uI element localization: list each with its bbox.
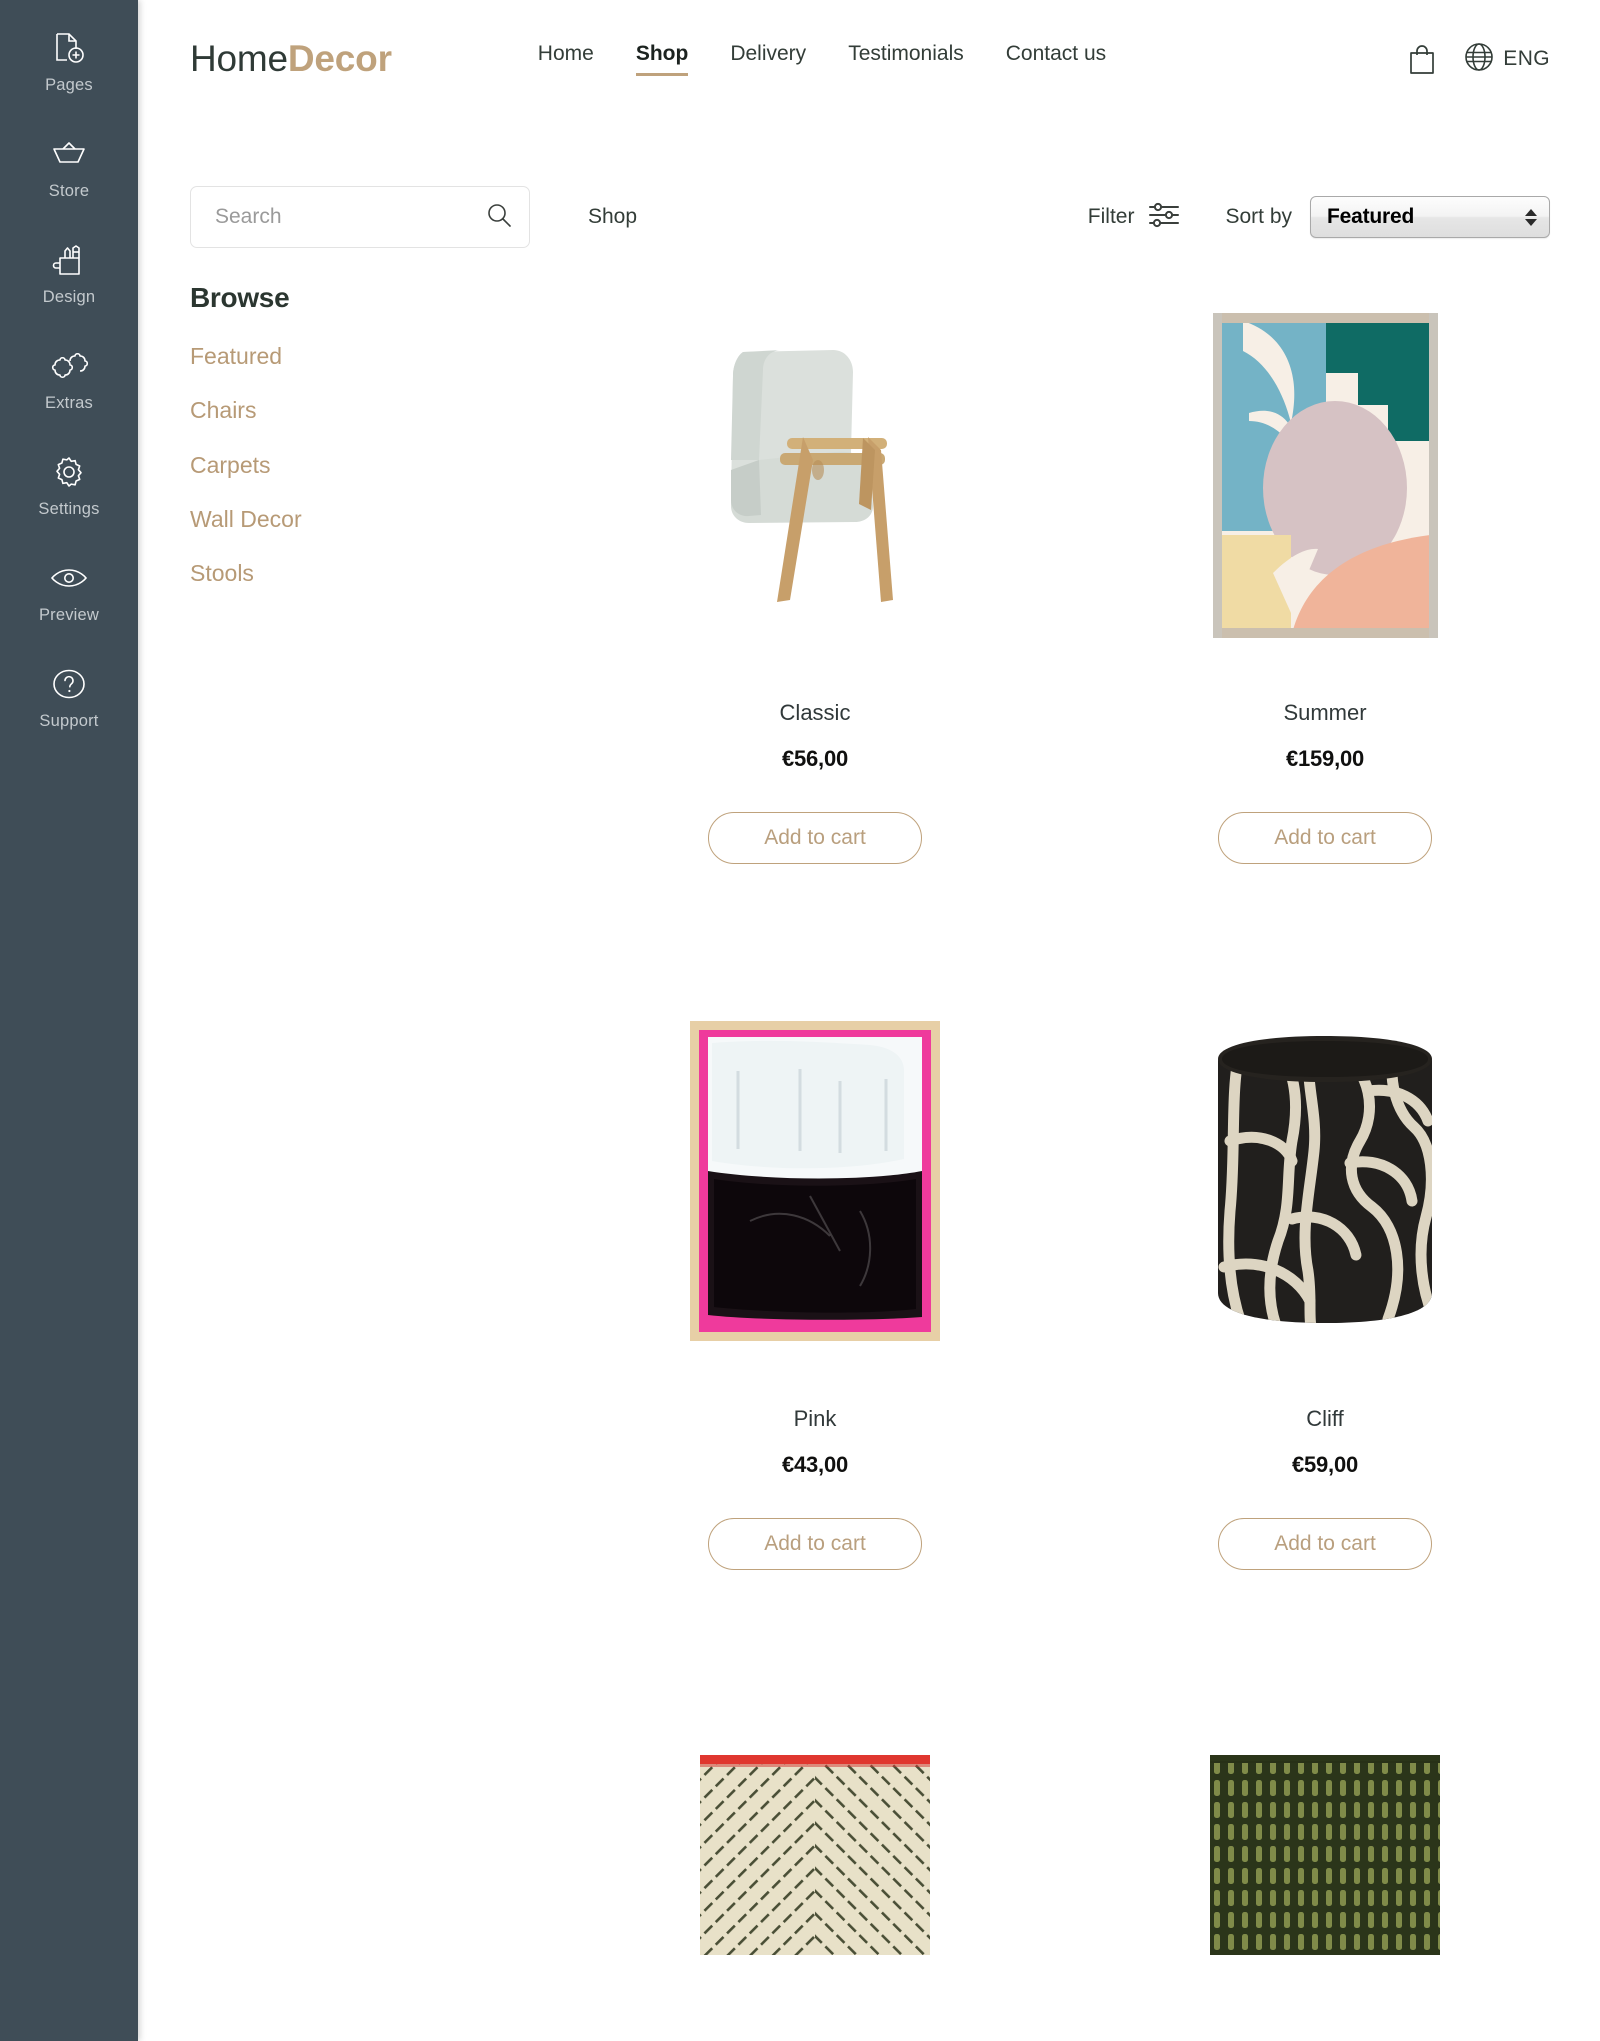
breadcrumb: Shop [588,205,638,228]
search-icon[interactable] [486,202,512,233]
shopping-bag-icon[interactable] [1408,43,1436,75]
product-name: Pink [793,1406,837,1431]
product-card[interactable]: Pink €43,00 Add to cart [590,1016,1040,1570]
site-header: HomeDecor Home Shop Delivery Testimonial… [138,0,1600,118]
product-grid: Classic €56,00 Add to cart Summer €159,0… [590,282,1550,2041]
product-name: Classic [779,700,851,725]
nav-item-testimonials[interactable]: Testimonials [848,42,964,76]
sidebar-item-label: Store [48,182,90,201]
sort-select-value: Featured [1327,205,1415,228]
sliders-icon [1149,201,1180,234]
question-circle-icon [49,664,89,704]
sort-select[interactable]: Featured [1310,196,1550,238]
main-nav: Home Shop Delivery Testimonials Contact … [538,42,1106,76]
browse-panel: Browse Featured Chairs Carpets Wall Deco… [190,282,530,2041]
sidebar-item-label: Settings [38,500,100,519]
add-to-cart-button[interactable]: Add to cart [1218,812,1432,864]
product-card[interactable] [1100,1690,1550,2041]
product-card[interactable]: Classic €56,00 Add to cart [590,310,1040,864]
product-image-armchair [590,310,1040,640]
product-card[interactable]: Summer €159,00 Add to cart [1100,310,1550,864]
sidebar-item-store[interactable]: Store [0,114,138,220]
site-canvas: HomeDecor Home Shop Delivery Testimonial… [138,0,1600,2041]
language-switcher[interactable]: ENG [1464,42,1550,77]
browse-link-carpets[interactable]: Carpets [190,452,530,478]
product-card[interactable]: Cliff €59,00 Add to cart [1100,1016,1550,1570]
search-input[interactable] [215,205,486,229]
sidebar-item-label: Design [42,288,96,307]
sidebar-item-label: Support [39,712,99,731]
product-image-painting [590,1016,1040,1346]
chevron-updown-icon [1525,208,1537,226]
add-to-cart-button[interactable]: Add to cart [708,812,922,864]
nav-item-delivery[interactable]: Delivery [730,42,806,76]
globe-icon [1464,42,1494,77]
product-name: Summer [1283,700,1367,725]
product-image-rug-green [1100,1690,1550,2020]
product-name: Cliff [1306,1406,1344,1431]
language-label: ENG [1503,47,1550,70]
brand-logo[interactable]: HomeDecor [190,38,392,80]
brand-part-two: Decor [287,38,392,79]
sort-by-label: Sort by [1225,205,1292,228]
nav-item-contact-us[interactable]: Contact us [1006,42,1106,76]
editor-sidebar: Pages Store Design Extras Settings Previ… [0,0,138,2041]
sidebar-item-label: Pages [45,76,93,95]
sidebar-item-extras[interactable]: Extras [0,326,138,432]
product-card[interactable] [590,1690,1040,2041]
product-image-pouf [1100,1016,1550,1346]
sidebar-item-pages[interactable]: Pages [0,8,138,114]
search-box[interactable] [190,186,530,248]
grid-row-spacer [590,1570,1550,1690]
nav-item-home[interactable]: Home [538,42,594,76]
product-image-rug-beige [590,1690,1040,2020]
sidebar-item-label: Extras [45,394,93,413]
browse-link-stools[interactable]: Stools [190,560,530,586]
grid-row-spacer [590,864,1550,1016]
product-image-tapestry [1100,310,1550,640]
brand-part-one: Home [190,38,288,79]
product-price: €159,00 [1285,746,1365,771]
gear-icon [49,452,89,492]
header-actions: ENG [1408,42,1550,77]
browse-link-featured[interactable]: Featured [190,343,530,369]
design-tools-icon [49,240,89,280]
add-to-cart-button[interactable]: Add to cart [1218,1518,1432,1570]
pages-add-icon [49,28,89,68]
nav-item-shop[interactable]: Shop [635,42,688,76]
browse-link-wall-decor[interactable]: Wall Decor [190,506,530,532]
sidebar-item-preview[interactable]: Preview [0,538,138,644]
browse-link-chairs[interactable]: Chairs [190,397,530,423]
browse-title: Browse [190,282,290,313]
shop-body: Browse Featured Chairs Carpets Wall Deco… [138,282,1600,2041]
shop-toolbar: Shop Filter Sort by Feature [138,180,1600,254]
filter-label: Filter [1087,205,1135,228]
app-root: Pages Store Design Extras Settings Previ… [0,0,1600,2041]
sidebar-item-support[interactable]: Support [0,644,138,750]
add-to-cart-button[interactable]: Add to cart [708,1518,922,1570]
product-price: €59,00 [1291,1452,1359,1477]
eye-icon [49,558,89,598]
sidebar-item-design[interactable]: Design [0,220,138,326]
toolbar-right: Filter Sort by Featured [1088,196,1550,238]
product-price: €56,00 [781,746,849,771]
sidebar-item-label: Preview [38,606,100,625]
puzzle-icon [49,346,89,386]
sidebar-item-settings[interactable]: Settings [0,432,138,538]
filter-button[interactable]: Filter [1088,201,1180,234]
product-price: €43,00 [781,1452,849,1477]
store-basket-icon [49,134,89,174]
